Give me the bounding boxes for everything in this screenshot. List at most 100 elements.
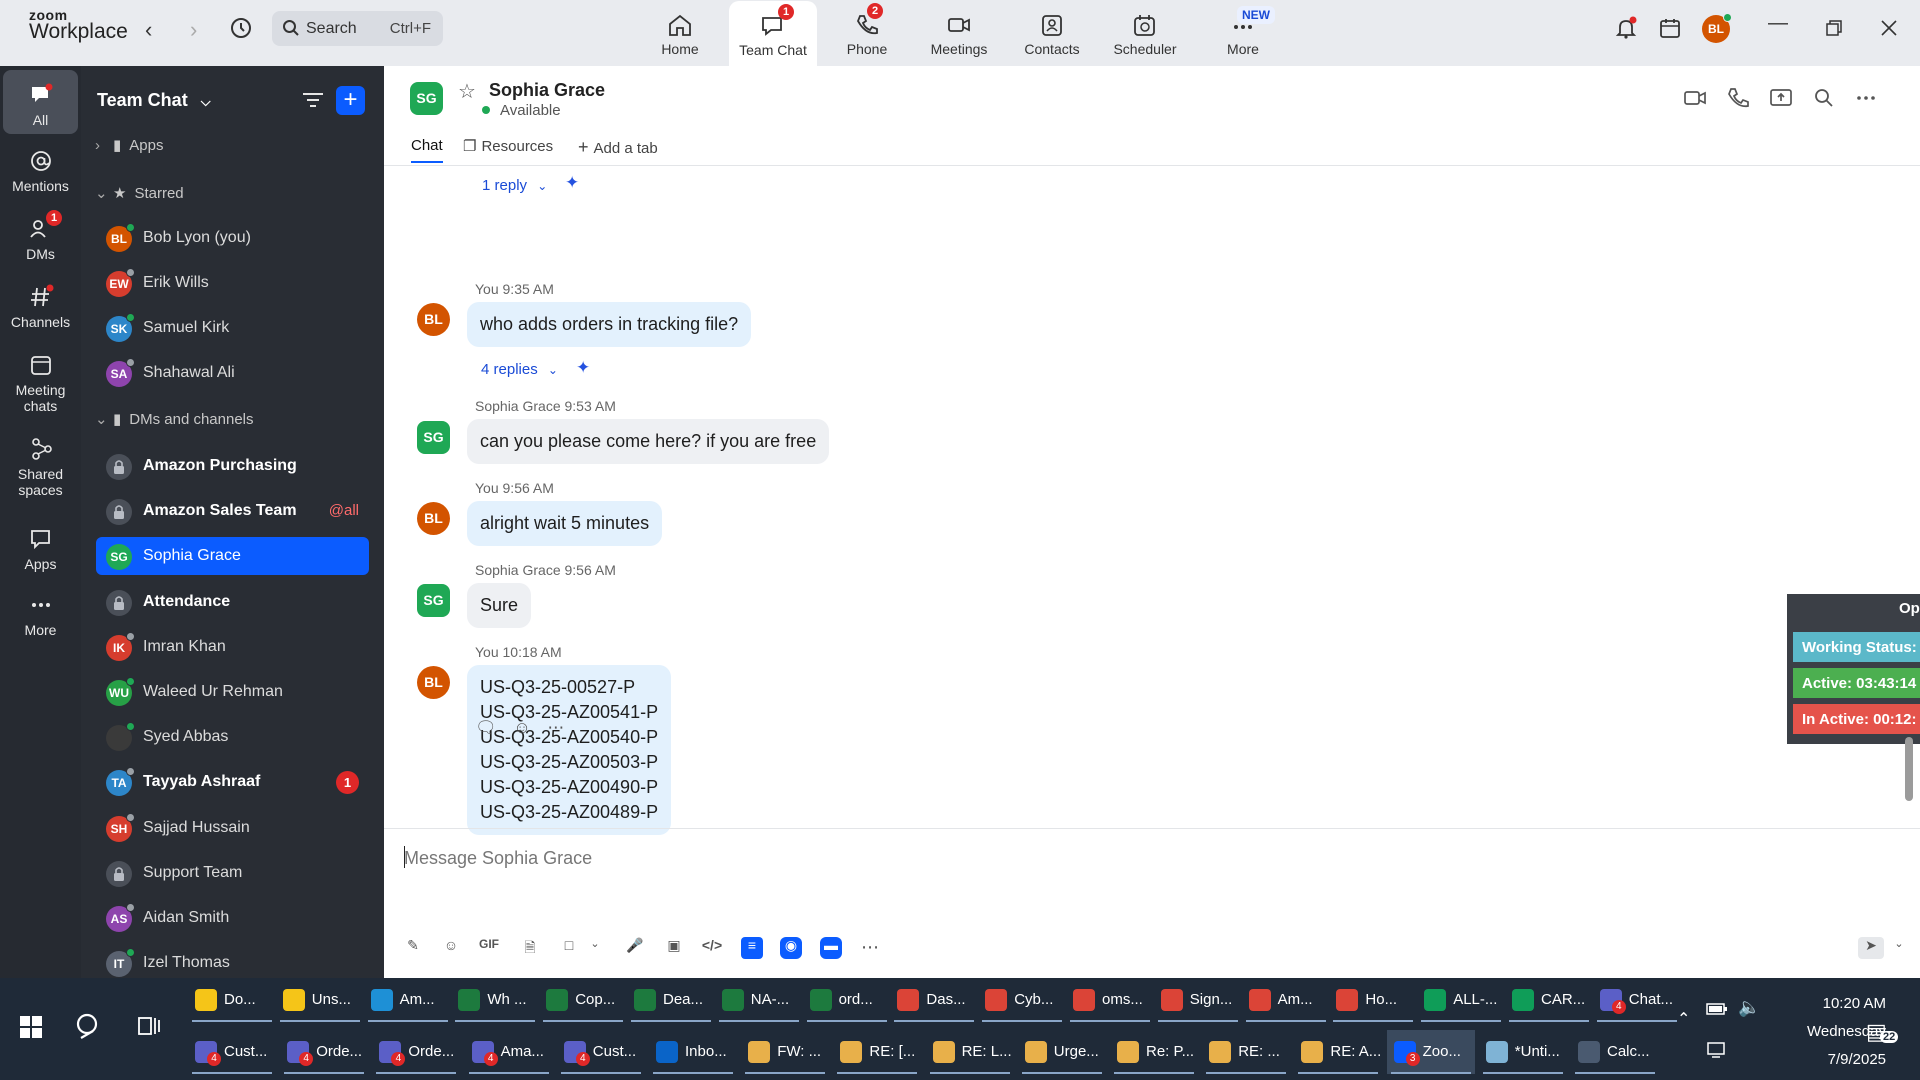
video-message-icon[interactable]: ▣ [663, 937, 685, 959]
code-snippet-icon[interactable]: </> [701, 937, 723, 959]
sidebar-item[interactable]: Amazon Purchasing [96, 447, 369, 485]
emoji-icon[interactable]: ☺ [440, 937, 462, 959]
message-bubble[interactable]: who adds orders in tracking file? [467, 302, 752, 347]
taskbar-app[interactable]: Cop... [539, 978, 627, 1022]
taskbar-app[interactable]: Sign... [1154, 978, 1242, 1022]
taskbar-app[interactable]: Urge... [1018, 1030, 1106, 1074]
video-call-icon[interactable] [1683, 86, 1707, 110]
taskbar-app[interactable]: Wh ... [451, 978, 539, 1022]
sidebar-item[interactable]: Support Team [96, 854, 369, 892]
chat-avatar[interactable]: SG [410, 82, 443, 115]
nav-scheduler[interactable]: Scheduler [1101, 0, 1189, 66]
taskbar-app[interactable]: Am... [364, 978, 452, 1022]
taskbar-app[interactable]: Cyb... [978, 978, 1066, 1022]
message-avatar[interactable]: BL [417, 502, 450, 535]
emoji-reaction-icon[interactable]: ☺ [513, 718, 530, 737]
sidebar-item[interactable]: BL Bob Lyon (you) [96, 219, 369, 257]
rail-mentions[interactable]: Mentions [3, 148, 78, 194]
app-integration-icon[interactable]: ≡ [741, 937, 763, 959]
taskbar-app[interactable]: ALL-... [1417, 978, 1505, 1022]
network-icon[interactable] [1706, 1041, 1728, 1059]
sidebar-item[interactable]: EW Erik Wills [96, 264, 369, 302]
phone-call-icon[interactable] [1726, 86, 1750, 110]
rail-channels[interactable]: Channels [3, 284, 78, 330]
rail-dms[interactable]: 1 DMs [3, 210, 78, 262]
message-avatar[interactable]: SG [417, 584, 450, 617]
notification-center[interactable]: ▤ 22 [1866, 1019, 1899, 1045]
taskbar-app[interactable]: FW: ... [741, 1030, 829, 1074]
nav-phone[interactable]: 2 Phone [823, 0, 911, 66]
search-icon[interactable] [1812, 86, 1836, 110]
taskbar-app[interactable]: CAR... [1505, 978, 1593, 1022]
taskbar-app[interactable]: 4 Ama... [465, 1030, 553, 1074]
more-options-icon[interactable]: ⋯ [859, 937, 881, 959]
history-icon[interactable] [228, 15, 254, 41]
user-avatar[interactable]: BL [1702, 13, 1732, 43]
battery-icon[interactable] [1706, 1000, 1728, 1018]
nav-contacts[interactable]: Contacts [1008, 0, 1096, 66]
message-bubble[interactable]: Sure [467, 583, 532, 628]
sidebar-item[interactable]: Amazon Sales Team @all [96, 492, 369, 530]
nav-meetings[interactable]: Meetings [915, 0, 1003, 66]
scrollbar-thumb[interactable] [1905, 737, 1913, 801]
send-icon[interactable]: ➤ [1858, 937, 1884, 959]
rail-more[interactable]: More [3, 592, 78, 638]
sidebar-item[interactable]: WU Waleed Ur Rehman [96, 673, 369, 711]
task-view-icon[interactable] [137, 1014, 161, 1038]
thread-replies-link[interactable]: 4 replies ⌄ [481, 361, 558, 378]
sidebar-item[interactable]: SK Samuel Kirk [96, 309, 369, 347]
thread-replies-link[interactable]: 1 reply ⌄ [482, 177, 547, 194]
chevron-down-icon[interactable]: ⌄ [1888, 937, 1910, 959]
format-text-icon[interactable]: ✎ [402, 937, 424, 959]
gif-icon[interactable]: GIF [474, 937, 504, 959]
sidebar-item[interactable]: SA Shahawal Ali [96, 354, 369, 392]
tab-resources[interactable]: ❐ Resources [463, 137, 553, 155]
taskbar-app[interactable]: 4 Cust... [557, 1030, 645, 1074]
section-apps[interactable]: › ▮ Apps [95, 136, 163, 154]
taskbar-app[interactable]: *Unti... [1479, 1030, 1567, 1074]
more-options-icon[interactable]: ⋯ [547, 718, 564, 737]
tab-chat[interactable]: Chat [411, 137, 443, 163]
file-icon[interactable]: 🗎 [519, 937, 541, 959]
sidebar-title[interactable]: Team Chat ⌵ [97, 90, 211, 111]
taskbar-app[interactable]: Calc... [1571, 1030, 1659, 1074]
search-box[interactable]: Search Ctrl+F [272, 11, 443, 46]
taskbar-app[interactable]: Am... [1242, 978, 1330, 1022]
taskbar-app[interactable]: 4 Orde... [280, 1030, 368, 1074]
sidebar-item[interactable]: AS Aidan Smith [96, 899, 369, 937]
share-screen-icon[interactable] [1769, 86, 1793, 110]
calendar-icon[interactable] [1658, 16, 1682, 40]
taskbar-app[interactable]: 4 Cust... [188, 1030, 276, 1074]
sidebar-item[interactable]: Attendance [96, 583, 369, 621]
screenshot-icon[interactable]: □ [558, 937, 580, 959]
reply-icon[interactable]: 🗨 [475, 718, 497, 737]
taskbar-app[interactable]: RE: L... [926, 1030, 1014, 1074]
sidebar-item[interactable]: IT Izel Thomas [96, 944, 369, 982]
message-bubble[interactable]: can you please come here? if you are fre… [467, 419, 830, 464]
filter-icon[interactable] [302, 90, 324, 110]
taskbar-app[interactable]: oms... [1066, 978, 1154, 1022]
sidebar-item[interactable]: SH Sajjad Hussain [96, 809, 369, 847]
chevron-up-icon[interactable]: ⌃ [1677, 1009, 1690, 1029]
volume-icon[interactable]: 🔈 [1738, 997, 1760, 1018]
taskbar-app[interactable]: Uns... [276, 978, 364, 1022]
sidebar-item[interactable]: SG Sophia Grace [96, 537, 369, 576]
nav-home[interactable]: Home [636, 0, 724, 66]
restore-icon[interactable] [1826, 20, 1842, 36]
message-avatar[interactable]: BL [417, 666, 450, 699]
microphone-icon[interactable]: 🎤 [624, 937, 646, 959]
taskbar-app[interactable]: 3 Zoo... [1386, 1030, 1475, 1074]
taskbar-app[interactable]: NA-... [715, 978, 803, 1022]
minimize-icon[interactable]: — [1768, 12, 1788, 35]
message-input[interactable] [404, 843, 1804, 873]
close-icon[interactable] [1881, 20, 1897, 36]
ai-summary-icon[interactable]: ✦ [576, 358, 590, 378]
taskbar-app[interactable]: 4 Chat... [1593, 978, 1681, 1022]
taskbar-app[interactable]: Do... [188, 978, 276, 1022]
taskbar-app[interactable]: Ho... [1329, 978, 1417, 1022]
app-integration-icon[interactable]: ▬ [820, 937, 842, 959]
sidebar-item[interactable]: TA Tayyab Ashraaf 1 [96, 763, 369, 801]
rail-all[interactable]: All [3, 70, 78, 134]
message-bubble[interactable]: US-Q3-25-00527-P US-Q3-25-AZ00541-P US-Q… [467, 665, 672, 835]
new-chat-button[interactable]: + [336, 86, 365, 115]
